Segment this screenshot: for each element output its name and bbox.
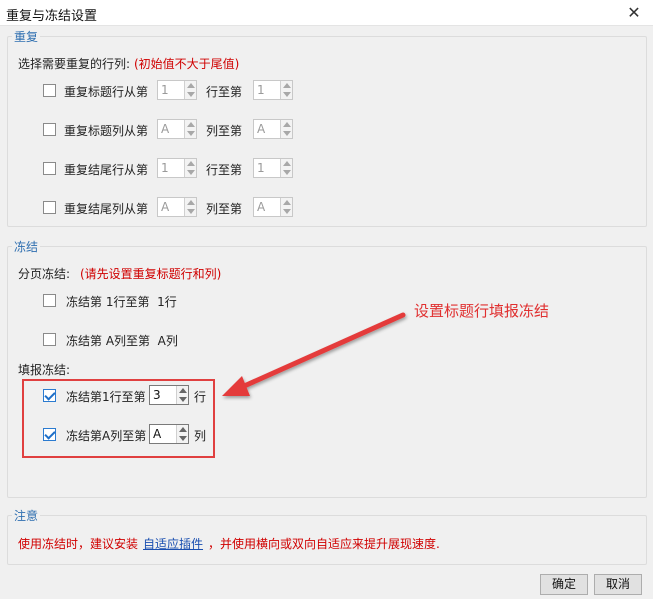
page-freeze-row-label: 冻结第 1行至第 1行	[66, 295, 177, 309]
stepper-value: A	[161, 200, 170, 214]
page-freeze-prompt: 分页冻结:	[18, 267, 71, 281]
repeat-prompt-note: (初始值不大于尾值)	[134, 57, 240, 71]
arrow-down-icon[interactable]	[187, 209, 195, 214]
repeat-end-col-label: 重复结尾列从第	[64, 202, 149, 216]
repeat-title-col-to-stepper[interactable]: A	[253, 119, 293, 139]
fill-freeze-prompt: 填报冻结:	[18, 363, 71, 377]
highlight-box	[22, 379, 215, 458]
page-freeze-row-checkbox[interactable]	[43, 294, 56, 307]
repeat-prompt: 选择需要重复的行列:	[18, 57, 131, 71]
page-freeze-note: (请先设置重复标题行和列)	[80, 267, 222, 281]
arrow-down-icon[interactable]	[283, 131, 291, 136]
stepper-value: 1	[161, 83, 169, 97]
repeat-title-col-mid-label: 列至第	[206, 124, 243, 138]
stepper-value: 1	[257, 83, 265, 97]
arrow-down-icon[interactable]	[283, 92, 291, 97]
close-icon[interactable]: ✕	[623, 2, 645, 24]
repeat-group-label: 重复	[12, 28, 41, 45]
arrow-down-icon[interactable]	[283, 170, 291, 175]
stepper-value: A	[257, 122, 266, 136]
repeat-end-row-mid-label: 行至第	[206, 163, 243, 177]
repeat-title-row-checkbox[interactable]	[43, 84, 56, 97]
repeat-end-row-from-stepper[interactable]: 1	[157, 158, 197, 178]
ok-button[interactable]: 确定	[540, 574, 588, 595]
repeat-end-col-checkbox[interactable]	[43, 201, 56, 214]
repeat-end-row-to-stepper[interactable]: 1	[253, 158, 293, 178]
freeze-group-label: 冻结	[12, 238, 41, 255]
cancel-button[interactable]: 取消	[594, 574, 642, 595]
arrow-down-icon[interactable]	[187, 131, 195, 136]
arrow-up-icon[interactable]	[283, 122, 291, 127]
annotation-arrow-icon	[222, 312, 406, 396]
repeat-end-row-checkbox[interactable]	[43, 162, 56, 175]
repeat-end-col-to-stepper[interactable]: A	[253, 197, 293, 217]
repeat-end-col-from-stepper[interactable]: A	[157, 197, 197, 217]
stepper-value: 1	[161, 161, 169, 175]
note-text-after: ，并使用横向或双向自适应来提升展现速度.	[208, 537, 440, 551]
arrow-up-icon[interactable]	[283, 200, 291, 205]
stepper-value: A	[257, 200, 266, 214]
repeat-title-row-label: 重复标题行从第	[64, 85, 149, 99]
repeat-title-row-from-stepper[interactable]: 1	[157, 80, 197, 100]
arrow-down-icon[interactable]	[187, 170, 195, 175]
page-freeze-col-checkbox[interactable]	[43, 333, 56, 346]
title-bar: 重复与冻结设置 ✕	[0, 0, 653, 26]
arrow-down-icon[interactable]	[283, 209, 291, 214]
annotation-text: 设置标题行填报冻结	[414, 302, 550, 320]
repeat-end-col-mid-label: 列至第	[206, 202, 243, 216]
stepper-value: 1	[257, 161, 265, 175]
stepper-value: A	[161, 122, 170, 136]
adaptive-plugin-link[interactable]: 自适应插件	[143, 535, 203, 552]
arrow-up-icon[interactable]	[283, 83, 291, 88]
note-text-before: 使用冻结时，建议安装	[18, 537, 139, 551]
arrow-up-icon[interactable]	[187, 200, 195, 205]
arrow-up-icon[interactable]	[187, 122, 195, 127]
repeat-title-col-from-stepper[interactable]: A	[157, 119, 197, 139]
note-group-label: 注意	[12, 507, 41, 524]
repeat-end-row-label: 重复结尾行从第	[64, 163, 149, 177]
repeat-title-col-label: 重复标题列从第	[64, 124, 149, 138]
arrow-up-icon[interactable]	[187, 83, 195, 88]
repeat-title-col-checkbox[interactable]	[43, 123, 56, 136]
arrow-up-icon[interactable]	[283, 161, 291, 166]
arrow-down-icon[interactable]	[187, 92, 195, 97]
repeat-title-row-mid-label: 行至第	[206, 85, 243, 99]
window-title: 重复与冻结设置	[6, 9, 98, 24]
repeat-title-row-to-stepper[interactable]: 1	[253, 80, 293, 100]
arrow-up-icon[interactable]	[187, 161, 195, 166]
page-freeze-col-label: 冻结第 A列至第 A列	[66, 334, 178, 348]
